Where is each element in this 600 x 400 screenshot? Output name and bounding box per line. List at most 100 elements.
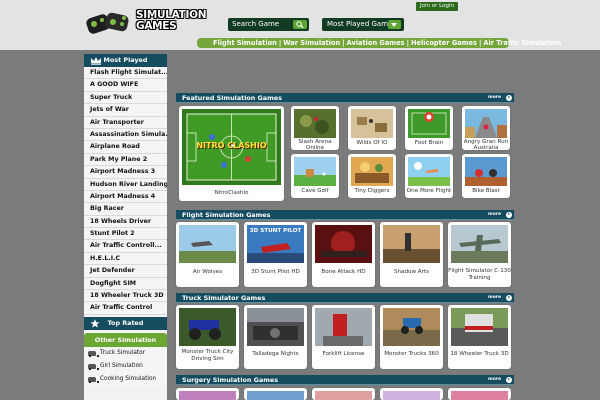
game-title[interactable]: 18 Wheeler Truck 3D [448,351,511,358]
game-thumbnail[interactable] [247,391,304,400]
list-item[interactable]: Air Traffic Control [84,302,167,315]
game-thumbnail[interactable]: 3D STUNT PILOT [247,225,304,263]
game-title[interactable]: Monster Truck City Driving Sim [176,349,239,363]
most-played-dropdown[interactable]: Most Played Games [322,18,404,31]
nav-helicopter-games[interactable]: Helicopter Games [411,39,477,47]
game-thumbnail[interactable] [408,109,450,138]
game-card[interactable] [176,388,239,400]
game-thumbnail[interactable] [351,157,393,186]
list-item[interactable]: Park My Plane 2 [84,153,167,167]
game-title[interactable]: Air Wolves [176,269,239,276]
list-item[interactable]: Big Racer [84,203,167,216]
nav-aviation-games[interactable]: Aviation Games [347,39,405,47]
nav-flight-simulation[interactable]: Flight Simulation [213,39,277,47]
game-thumbnail[interactable] [315,225,372,263]
game-thumbnail[interactable] [383,225,440,263]
game-card-nitroclashio[interactable]: NITRO CLASHIO NitroClashio [179,106,284,201]
list-item[interactable]: Air Transporter [84,116,167,129]
list-item[interactable]: Airplane Road [84,141,167,154]
game-card[interactable]: Foot Brain [405,106,453,150]
list-item[interactable]: Airport Madness 3 [84,166,167,179]
game-title[interactable]: Monster Trucks 360 [380,351,443,358]
join-login-button[interactable]: Join or Login [416,2,458,11]
list-item[interactable]: Hudson River Landing [84,178,167,191]
game-thumbnail[interactable]: NITRO CLASHIO [182,109,281,185]
game-title[interactable]: Slash Arena Online [291,139,339,151]
game-title[interactable]: Talladega Nights [244,351,307,358]
game-thumbnail[interactable] [465,157,507,186]
game-card[interactable] [380,388,443,400]
list-item[interactable]: A GOOD WIFE [84,79,167,92]
nav-air-traffic-simulation[interactable]: Air Traffic Simulation [483,39,561,47]
list-item[interactable]: Airport Madness 4 [84,190,167,204]
game-card[interactable]: Monster Trucks 360 [380,305,443,369]
game-thumbnail[interactable] [465,109,507,138]
game-card[interactable]: Angry Gran Run Australia [462,106,510,151]
game-title[interactable]: Shadow Arts [380,269,443,276]
site-logo[interactable]: SIMULATION GAMES [86,4,207,38]
game-card[interactable]: Monster Truck City Driving Sim [176,305,239,369]
game-thumbnail[interactable] [315,391,372,400]
surgery-more-button[interactable]: more [488,377,512,383]
game-title[interactable]: Forklift License [312,351,375,358]
game-thumbnail[interactable] [451,308,508,346]
game-title[interactable]: Bone Attack HD [312,269,375,276]
game-card[interactable]: Talladega Nights [244,305,307,369]
search-game-input[interactable]: Search Game [228,18,309,31]
game-thumbnail[interactable] [451,225,508,263]
game-thumbnail[interactable] [408,157,450,186]
game-thumbnail[interactable] [179,391,236,400]
game-thumbnail[interactable] [294,157,336,186]
featured-more-button[interactable]: more [488,95,512,101]
game-thumbnail[interactable] [451,391,508,400]
list-item[interactable]: Air Traffic Controll... [84,240,167,253]
list-item[interactable]: Super Truck [84,91,167,105]
game-thumbnail[interactable] [247,308,304,346]
game-card[interactable]: One More Flight [405,154,453,198]
list-item[interactable]: Dogfight SIM [84,277,167,291]
game-card[interactable]: 18 Wheeler Truck 3D [448,305,511,369]
game-title[interactable]: Flight Simulator C-130 Training [448,268,511,281]
game-title[interactable]: 3D Stunt Pilot HD [244,269,307,276]
game-title[interactable]: Tiny Diggers [348,188,396,195]
game-title[interactable]: Bike Blast [462,188,510,195]
game-thumbnail[interactable] [351,109,393,138]
list-item[interactable]: Stunt Pilot 2 [84,228,167,241]
game-title[interactable]: Wilds Of IO [348,140,396,147]
list-item[interactable]: Jet Defender [84,265,167,278]
game-title[interactable]: Cave Golf [291,188,339,195]
game-card[interactable]: Wilds Of IO [348,106,396,150]
search-button[interactable] [293,20,307,29]
game-card[interactable] [244,388,307,400]
game-card[interactable]: Cave Golf [291,154,339,198]
list-item[interactable]: Assassination Simula... [84,128,167,142]
game-title[interactable]: Angry Gran Run Australia [462,139,510,151]
game-card[interactable]: Tiny Diggers [348,154,396,198]
game-thumbnail[interactable] [179,308,236,346]
chevron-down-icon[interactable] [388,20,401,29]
game-title[interactable]: Foot Brain [405,140,453,147]
game-thumbnail[interactable] [179,225,236,263]
game-thumbnail[interactable] [383,308,440,346]
game-thumbnail[interactable] [315,308,372,346]
game-card[interactable]: Flight Simulator C-130 Training [448,222,511,287]
nav-war-simulation[interactable]: War Simulation [283,39,340,47]
top-rated-header[interactable]: Top Rated [84,316,167,330]
list-item[interactable]: 18 Wheeler Truck 3D [84,290,167,303]
game-card[interactable] [312,388,375,400]
list-item[interactable]: H.E.L.I.C [84,252,167,266]
list-item[interactable]: Cooking Simulation [84,373,167,386]
game-card[interactable] [448,388,511,400]
game-card[interactable]: Slash Arena Online [291,106,339,151]
list-item[interactable]: Flash Flight Simulat... [84,67,167,80]
list-item[interactable]: 18 Wheels Driver [84,215,167,229]
game-title[interactable]: NitroClashio [179,190,284,197]
game-thumbnail[interactable] [294,109,336,138]
list-item[interactable]: Jets of War [84,104,167,117]
game-thumbnail[interactable] [383,391,440,400]
flight-more-button[interactable]: more [488,212,512,218]
game-card[interactable]: Bike Blast [462,154,510,198]
game-card[interactable]: Bone Attack HD [312,222,375,287]
list-item[interactable]: Truck Simulator [84,347,167,360]
game-card[interactable]: Air Wolves [176,222,239,287]
